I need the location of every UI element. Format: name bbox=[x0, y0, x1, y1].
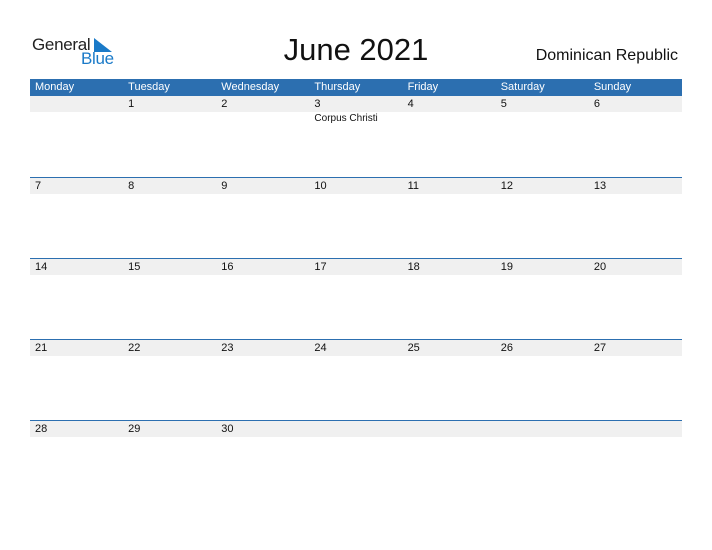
day-number: 19 bbox=[500, 261, 513, 273]
day-number: 12 bbox=[500, 180, 513, 192]
day-number: 16 bbox=[221, 261, 234, 273]
day-number: 25 bbox=[407, 342, 420, 354]
weekday-friday: Friday bbox=[407, 81, 439, 93]
week-row: 14 15 16 17 18 19 20 bbox=[30, 258, 682, 339]
week-row: 1 2 3 4 5 6 Corpus Christi bbox=[30, 96, 682, 177]
day-number: 5 bbox=[500, 98, 507, 110]
day-number: 24 bbox=[314, 342, 327, 354]
day-number bbox=[30, 96, 123, 112]
day-number: 9 bbox=[221, 180, 228, 192]
day-number: 8 bbox=[128, 180, 135, 192]
day-number: 17 bbox=[314, 261, 327, 273]
day-number bbox=[403, 421, 496, 437]
day-number bbox=[589, 421, 682, 437]
day-number: 7 bbox=[35, 180, 42, 192]
date-strip: 1 2 3 4 5 6 bbox=[30, 96, 682, 112]
day-number: 27 bbox=[593, 342, 607, 354]
day-event bbox=[496, 112, 589, 125]
weekday-header: Monday Tuesday Wednesday Thursday Friday… bbox=[30, 79, 682, 96]
day-event bbox=[30, 112, 123, 125]
day-number: 4 bbox=[407, 98, 414, 110]
day-number: 21 bbox=[35, 342, 48, 354]
weekday-wednesday: Wednesday bbox=[221, 81, 280, 93]
day-number: 1 bbox=[128, 98, 135, 110]
day-event bbox=[216, 112, 309, 125]
day-number: 11 bbox=[407, 180, 419, 192]
weekday-tuesday: Tuesday bbox=[128, 81, 170, 93]
country-label: Dominican Republic bbox=[535, 47, 678, 64]
day-number: 20 bbox=[593, 261, 607, 273]
weekday-thursday: Thursday bbox=[314, 81, 361, 93]
date-strip: 7 8 9 10 11 12 13 bbox=[30, 178, 682, 194]
day-event: Corpus Christi bbox=[314, 113, 378, 124]
day-number: 15 bbox=[128, 261, 141, 273]
date-strip: 21 22 23 24 25 26 27 bbox=[30, 340, 682, 356]
calendar-grid: Monday Tuesday Wednesday Thursday Friday… bbox=[30, 79, 682, 501]
day-event bbox=[589, 112, 682, 125]
day-number: 29 bbox=[128, 423, 141, 435]
day-number: 10 bbox=[314, 180, 327, 192]
day-number: 23 bbox=[221, 342, 234, 354]
day-number bbox=[309, 421, 402, 437]
week-row: 28 29 30 bbox=[30, 420, 682, 501]
day-number: 28 bbox=[35, 423, 48, 435]
day-event bbox=[123, 112, 216, 125]
day-number: 26 bbox=[500, 342, 513, 354]
day-number: 22 bbox=[128, 342, 141, 354]
day-number: 30 bbox=[221, 423, 234, 435]
day-number bbox=[496, 421, 589, 437]
week-row: 7 8 9 10 11 12 13 bbox=[30, 177, 682, 258]
day-number: 18 bbox=[407, 261, 420, 273]
day-number: 6 bbox=[593, 98, 600, 110]
events-row: Corpus Christi bbox=[30, 112, 682, 125]
day-number: 14 bbox=[35, 261, 48, 273]
weekday-sunday: Sunday bbox=[593, 81, 632, 93]
day-number: 3 bbox=[314, 98, 321, 110]
week-row: 21 22 23 24 25 26 27 bbox=[30, 339, 682, 420]
date-strip: 28 29 30 bbox=[30, 421, 682, 437]
weekday-monday: Monday bbox=[35, 81, 75, 93]
day-number: 2 bbox=[221, 98, 228, 110]
date-strip: 14 15 16 17 18 19 20 bbox=[30, 259, 682, 275]
weekday-saturday: Saturday bbox=[500, 81, 545, 93]
day-number: 13 bbox=[593, 180, 607, 192]
day-event bbox=[403, 112, 496, 125]
